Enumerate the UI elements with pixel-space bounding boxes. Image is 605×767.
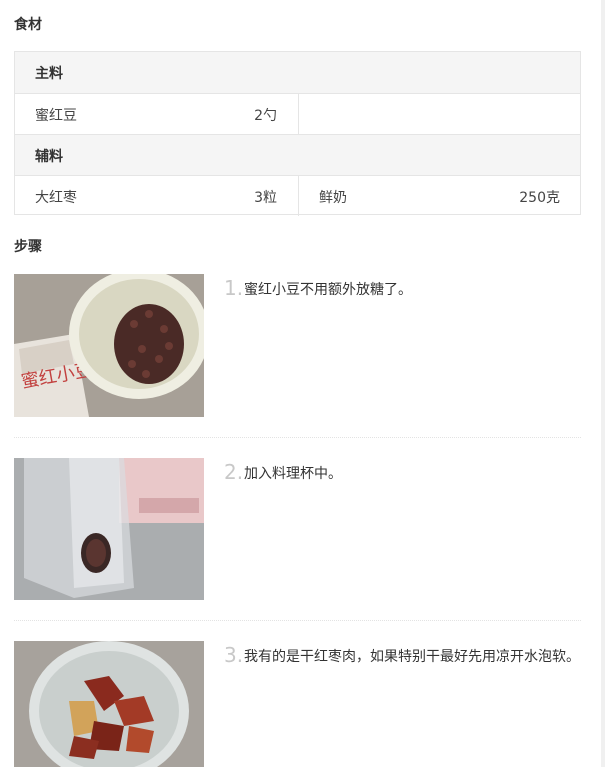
step-number: 1. xyxy=(224,276,244,300)
ingredient-amount: 3粒 xyxy=(254,190,277,206)
aux-ingredients-label: 辅料 xyxy=(35,149,63,165)
ingredients-title: 食材 xyxy=(14,17,42,33)
step-text: 加入料理杯中。 xyxy=(244,466,342,482)
ingredient-name: 大红枣 xyxy=(35,190,77,206)
ingredient-cell: 鲜奶 250克 xyxy=(298,176,580,216)
step-item: 蜜红小豆 1. 蜜红小豆不用额外放糖了。 xyxy=(14,274,581,417)
ingredient-name: 鲜奶 xyxy=(319,190,347,206)
ingredient-amount: 2勺 xyxy=(254,108,277,124)
ingredients-table: 主料 蜜红豆 2勺 辅料 大红枣 3粒 鲜奶 250克 xyxy=(14,51,581,216)
empty-cell xyxy=(298,94,580,134)
ingredient-amount: 250克 xyxy=(519,190,560,206)
steps-title: 步骤 xyxy=(14,239,42,255)
ingredient-cell: 蜜红豆 2勺 xyxy=(15,94,297,134)
ingredient-row: 蜜红豆 2勺 xyxy=(15,93,580,134)
ingredient-cell: 大红枣 3粒 xyxy=(15,176,297,216)
main-ingredients-header: 主料 xyxy=(15,52,580,93)
step-item: 3. 我有的是干红枣肉，如果特别干最好先用凉开水泡软。 xyxy=(14,641,581,767)
ingredient-row: 大红枣 3粒 鲜奶 250克 xyxy=(15,175,580,216)
main-ingredients-label: 主料 xyxy=(35,66,63,82)
step-number: 2. xyxy=(224,460,244,484)
step-divider xyxy=(14,620,581,621)
step-photo[interactable] xyxy=(14,641,204,767)
step-divider xyxy=(14,437,581,438)
step-photo[interactable] xyxy=(14,458,204,601)
step-text: 蜜红小豆不用额外放糖了。 xyxy=(244,282,412,298)
aux-ingredients-header: 辅料 xyxy=(15,134,580,175)
step-item: 2. 加入料理杯中。 xyxy=(14,458,581,600)
step-text: 我有的是干红枣肉，如果特别干最好先用凉开水泡软。 xyxy=(244,649,580,665)
step-number: 3. xyxy=(224,643,244,667)
scrollbar[interactable] xyxy=(601,0,605,767)
ingredient-name: 蜜红豆 xyxy=(35,108,77,124)
step-photo[interactable]: 蜜红小豆 xyxy=(14,274,204,417)
